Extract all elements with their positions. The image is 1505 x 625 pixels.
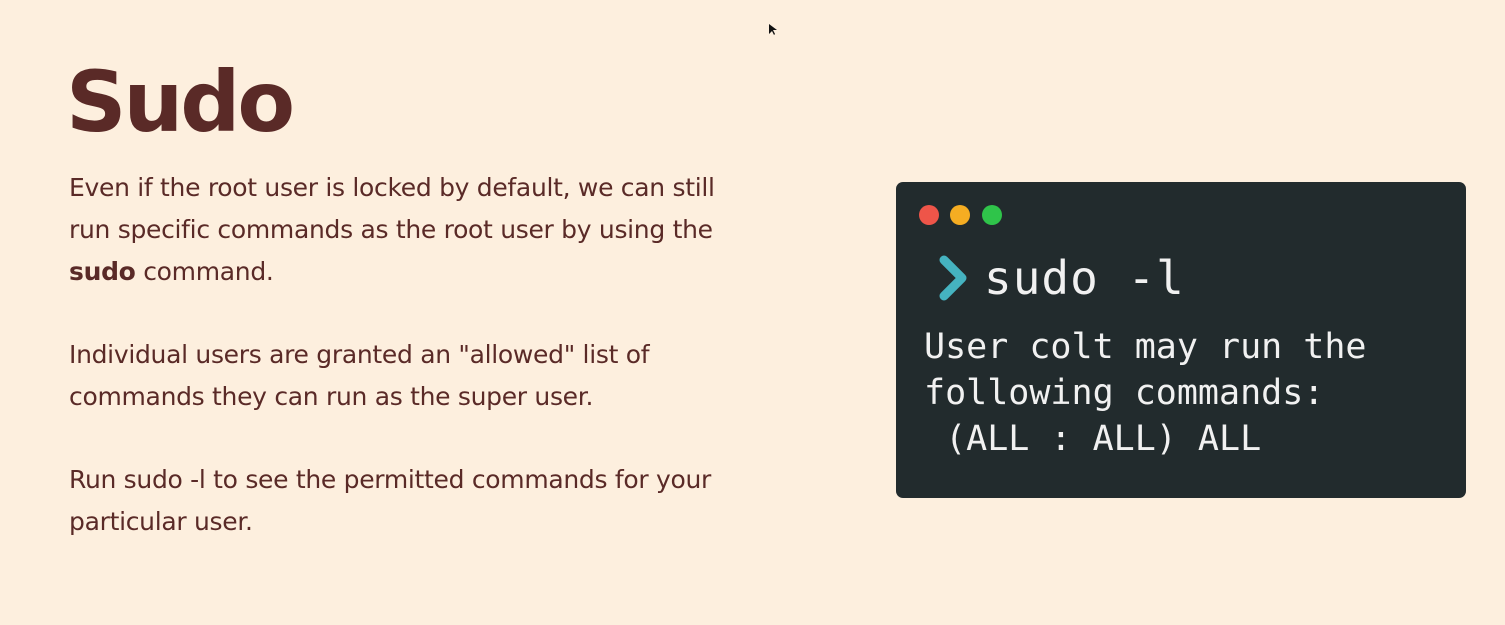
paragraph-root-locked-text: Even if the root user is locked by defau… bbox=[69, 173, 715, 244]
paragraph-allowed-list: Individual users are granted an "allowed… bbox=[69, 340, 650, 411]
mouse-cursor-icon bbox=[769, 21, 777, 35]
sudo-keyword: sudo bbox=[69, 257, 136, 286]
slide-title: Sudo bbox=[66, 53, 295, 151]
terminal-output-line: (ALL : ALL) ALL bbox=[924, 419, 1262, 459]
paragraph-root-locked: Even if the root user is locked by defau… bbox=[69, 167, 729, 293]
terminal-output: User colt may run the following commands… bbox=[924, 324, 1367, 462]
chevron-right-icon bbox=[934, 254, 974, 302]
terminal-output-line: User colt may run the bbox=[924, 327, 1367, 367]
terminal-window: sudo -l User colt may run the following … bbox=[896, 182, 1466, 498]
minimize-dot-icon[interactable] bbox=[950, 205, 970, 225]
close-dot-icon[interactable] bbox=[919, 205, 939, 225]
terminal-prompt-line: sudo -l bbox=[934, 248, 1185, 308]
terminal-command: sudo -l bbox=[984, 251, 1185, 305]
paragraph-root-locked-end: command. bbox=[135, 257, 274, 286]
paragraph-run-sudo-l: Run sudo -l to see the permitted command… bbox=[69, 465, 712, 536]
terminal-output-line: following commands: bbox=[924, 373, 1325, 413]
maximize-dot-icon[interactable] bbox=[982, 205, 1002, 225]
